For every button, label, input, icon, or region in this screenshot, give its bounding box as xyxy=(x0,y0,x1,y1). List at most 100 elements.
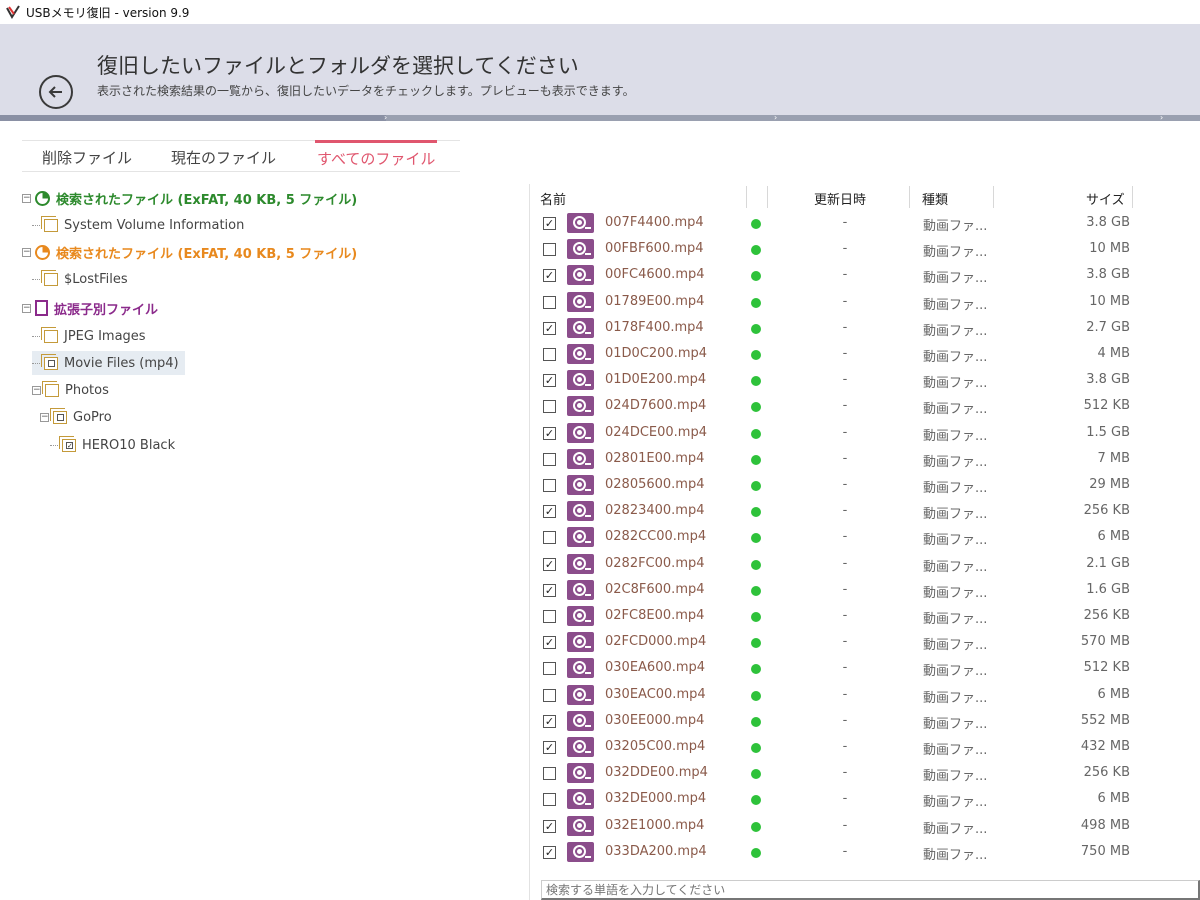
recoverable-status-icon xyxy=(751,245,761,256)
row-checkbox[interactable]: ✓ xyxy=(543,217,556,230)
row-checkbox[interactable]: ✓ xyxy=(543,505,556,519)
table-row[interactable]: ✓ 033DA200.mp4 - 動画ファ... 750 MB xyxy=(530,839,1200,865)
row-checkbox[interactable]: ✓ xyxy=(543,741,556,754)
table-row[interactable]: ✓ 00FC4600.mp4 - 動画ファ... 3.8 GB xyxy=(530,262,1200,288)
tree-item-hero10[interactable]: ✓ HERO10 Black xyxy=(50,433,175,457)
table-row[interactable]: 030EA600.mp4 - 動画ファ... 512 KB xyxy=(530,655,1200,681)
table-row[interactable]: ✓ 032E1000.mp4 - 動画ファ... 498 MB xyxy=(530,813,1200,839)
table-row[interactable]: ✓ 030EE000.mp4 - 動画ファ... 552 MB xyxy=(530,708,1200,734)
table-row[interactable]: 02805600.mp4 - 動画ファ... 29 MB xyxy=(530,472,1200,498)
video-file-icon xyxy=(567,606,594,626)
row-checkbox[interactable]: ✓ xyxy=(543,583,556,597)
column-header-date[interactable]: 更新日時 xyxy=(814,189,866,208)
table-row[interactable]: ✓ 0282FC00.mp4 - 動画ファ... 2.1 GB xyxy=(530,551,1200,577)
row-checkbox[interactable]: ✓ xyxy=(543,557,556,571)
file-type: 動画ファ... xyxy=(923,664,988,680)
file-size: 498 MB xyxy=(1080,817,1130,833)
row-checkbox[interactable] xyxy=(543,793,556,807)
table-row[interactable]: 030EAC00.mp4 - 動画ファ... 6 MB xyxy=(530,682,1200,708)
column-header-name[interactable]: 名前 xyxy=(540,189,566,208)
folder-checkbox-icon[interactable] xyxy=(50,407,67,424)
file-date: - xyxy=(842,712,848,728)
tree-item-by-extension[interactable]: − 拡張子別ファイル xyxy=(22,296,158,320)
row-checkbox[interactable] xyxy=(543,348,556,361)
row-checkbox[interactable] xyxy=(543,243,556,257)
recoverable-status-icon xyxy=(751,743,761,753)
collapse-icon[interactable]: − xyxy=(22,247,31,257)
tree-item-gopro[interactable]: − GoPro xyxy=(40,405,112,429)
tree-item-jpeg-images[interactable]: JPEG Images xyxy=(32,324,146,348)
table-row[interactable]: ✓ 01D0E200.mp4 - 動画ファ... 3.8 GB xyxy=(530,367,1200,393)
video-file-icon xyxy=(567,579,594,600)
folder-checkbox-icon[interactable]: ✓ xyxy=(59,435,76,452)
video-file-icon xyxy=(567,344,594,364)
row-checkbox[interactable] xyxy=(543,767,556,781)
table-row[interactable]: 032DDE00.mp4 - 動画ファ... 256 KB xyxy=(530,760,1200,786)
tree-item-found-files-1[interactable]: − 検索されたファイル (ExFAT, 40 KB, 5 ファイル) xyxy=(22,186,357,210)
table-row[interactable]: ✓ 0178F400.mp4 - 動画ファ... 2.7 GB xyxy=(530,315,1200,341)
column-header-type[interactable]: 種類 xyxy=(922,189,948,208)
table-row[interactable]: ✓ 03205C00.mp4 - 動画ファ... 432 MB xyxy=(530,734,1200,760)
file-type: 動画ファ... xyxy=(923,743,988,758)
row-checkbox[interactable]: ✓ xyxy=(543,374,556,388)
table-row[interactable]: 02FC8E00.mp4 - 動画ファ... 256 KB xyxy=(530,603,1200,629)
back-button[interactable] xyxy=(39,75,73,109)
tab-deleted-files[interactable]: 削除ファイル xyxy=(42,141,132,172)
file-name: 02FCD000.mp4 xyxy=(605,634,707,650)
recoverable-status-icon xyxy=(751,612,761,622)
tree-item-lostfiles[interactable]: $LostFiles xyxy=(32,267,128,291)
row-checkbox[interactable] xyxy=(543,610,556,623)
collapse-icon[interactable]: − xyxy=(32,385,41,395)
tab-current-files[interactable]: 現在のファイル xyxy=(171,141,276,172)
tab-all-files[interactable]: すべてのファイル xyxy=(315,140,438,171)
file-name: 0282FC00.mp4 xyxy=(605,555,705,571)
table-row[interactable]: 01789E00.mp4 - 動画ファ... 10 MB xyxy=(530,289,1200,315)
file-type: 動画ファ... xyxy=(923,585,988,601)
table-row[interactable]: ✓ 02FCD000.mp4 - 動画ファ... 570 MB xyxy=(530,629,1200,655)
row-checkbox[interactable] xyxy=(543,662,556,676)
table-row[interactable]: ✓ 02823400.mp4 - 動画ファ... 256 KB xyxy=(530,498,1200,524)
row-checkbox[interactable]: ✓ xyxy=(543,636,556,650)
tree-item-photos[interactable]: − Photos xyxy=(32,378,109,402)
collapse-icon[interactable]: − xyxy=(40,412,49,422)
row-checkbox[interactable]: ✓ xyxy=(543,845,556,859)
table-row[interactable]: 01D0C200.mp4 - 動画ファ... 4 MB xyxy=(530,341,1200,367)
tree-item-movie-files[interactable]: Movie Files (mp4) xyxy=(32,351,185,375)
row-checkbox[interactable] xyxy=(543,688,556,702)
row-checkbox[interactable] xyxy=(543,295,556,309)
table-row[interactable]: ✓ 007F4400.mp4 - 動画ファ... 3.8 GB xyxy=(530,210,1200,236)
table-row[interactable]: 00FBF600.mp4 - 動画ファ... 10 MB xyxy=(530,236,1200,262)
video-file-icon xyxy=(567,213,594,233)
video-file-icon xyxy=(567,527,594,548)
row-checkbox[interactable] xyxy=(543,400,556,414)
table-row[interactable]: 0282CC00.mp4 - 動画ファ... 6 MB xyxy=(530,524,1200,550)
file-name: 01D0C200.mp4 xyxy=(605,346,708,361)
tree-item-found-files-2[interactable]: − 検索されたファイル (ExFAT, 40 KB, 5 ファイル) xyxy=(22,240,357,264)
row-checkbox[interactable]: ✓ xyxy=(543,321,556,335)
collapse-icon[interactable]: − xyxy=(22,303,31,313)
row-checkbox[interactable] xyxy=(543,479,556,492)
table-row[interactable]: 024D7600.mp4 - 動画ファ... 512 KB xyxy=(530,393,1200,419)
row-checkbox[interactable]: ✓ xyxy=(543,426,556,440)
recoverable-status-icon xyxy=(751,481,761,491)
row-checkbox[interactable]: ✓ xyxy=(543,714,556,728)
row-checkbox[interactable]: ✓ xyxy=(543,269,556,283)
column-header-size[interactable]: サイズ xyxy=(1086,189,1125,208)
row-checkbox[interactable] xyxy=(543,531,556,545)
table-row[interactable]: ✓ 024DCE00.mp4 - 動画ファ... 1.5 GB xyxy=(530,420,1200,446)
recoverable-status-icon xyxy=(751,454,761,465)
file-name: 024DCE00.mp4 xyxy=(605,424,707,440)
table-row[interactable]: ✓ 02C8F600.mp4 - 動画ファ... 1.6 GB xyxy=(530,577,1200,603)
file-type: 動画ファ... xyxy=(923,821,988,837)
table-row[interactable]: 02801E00.mp4 - 動画ファ... 7 MB xyxy=(530,446,1200,472)
row-checkbox[interactable] xyxy=(543,452,556,466)
collapse-icon[interactable]: − xyxy=(22,193,31,203)
folder-checkbox-icon[interactable] xyxy=(41,353,58,370)
partition-green-icon xyxy=(35,190,50,206)
table-row[interactable]: 032DE000.mp4 - 動画ファ... 6 MB xyxy=(530,786,1200,812)
row-checkbox[interactable]: ✓ xyxy=(543,819,556,833)
search-input[interactable] xyxy=(541,880,1200,900)
file-date: - xyxy=(842,503,848,519)
tree-item-system-volume[interactable]: System Volume Information xyxy=(32,213,244,237)
video-file-icon xyxy=(567,684,594,705)
